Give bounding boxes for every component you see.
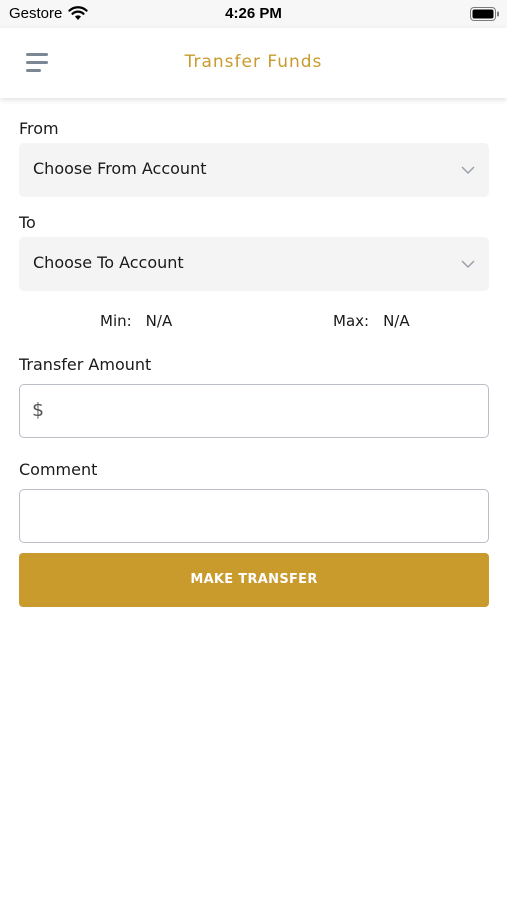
transfer-amount-input[interactable]: $ xyxy=(19,384,489,438)
chevron-down-icon xyxy=(461,166,475,175)
to-label: To xyxy=(19,213,36,232)
status-bar: Gestore 4:26 PM xyxy=(0,0,507,28)
make-transfer-button[interactable]: MAKE TRANSFER xyxy=(19,553,489,607)
navigation-bar: Transfer Funds xyxy=(0,28,507,98)
battery-icon xyxy=(470,7,499,21)
comment-input[interactable] xyxy=(19,489,489,543)
status-time: 4:26 PM xyxy=(225,5,282,22)
min-limit: Min: N/A xyxy=(100,312,172,330)
to-account-value: Choose To Account xyxy=(33,253,184,272)
max-limit: Max: N/A xyxy=(333,312,410,330)
from-label: From xyxy=(19,119,59,138)
max-label: Max: xyxy=(333,312,370,330)
to-account-select[interactable]: Choose To Account xyxy=(19,237,489,291)
currency-prefix: $ xyxy=(32,399,45,421)
max-value: N/A xyxy=(383,312,410,330)
comment-label: Comment xyxy=(19,460,98,479)
transfer-amount-label: Transfer Amount xyxy=(19,355,152,374)
min-value: N/A xyxy=(145,312,173,330)
from-account-value: Choose From Account xyxy=(33,159,207,178)
page-title: Transfer Funds xyxy=(184,52,323,72)
min-label: Min: xyxy=(100,312,132,330)
chevron-down-icon xyxy=(461,260,475,269)
from-account-select[interactable]: Choose From Account xyxy=(19,143,489,197)
